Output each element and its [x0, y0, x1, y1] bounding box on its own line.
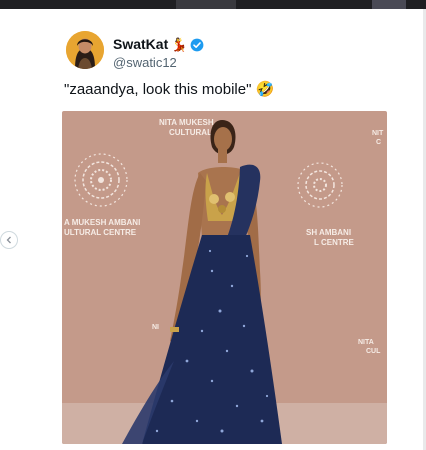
- tweet-text: "zaaandya, look this mobile" 🤣: [64, 80, 274, 100]
- backdrop-text: NITA MUKESH: [159, 118, 214, 127]
- avatar-photo: [66, 31, 104, 69]
- laughing-emoji: 🤣: [255, 81, 275, 98]
- verified-badge-icon: [191, 38, 204, 51]
- tweet-text-body: "zaaandya, look this mobile": [64, 81, 252, 98]
- strip-segment: [176, 0, 236, 9]
- backdrop-text: C: [376, 139, 381, 146]
- backdrop-text: NI: [152, 324, 159, 331]
- red-carpet-photo: NITA MUKESH CULTURAL A MUKESH AMBANI ULT…: [62, 111, 387, 444]
- chevron-left-icon: [6, 236, 11, 244]
- backdrop-text: NITA: [358, 339, 374, 346]
- avatar[interactable]: [66, 31, 104, 69]
- backdrop-text: ULTURAL CENTRE: [64, 228, 137, 237]
- top-dark-strip: [0, 0, 426, 9]
- backdrop-text: A MUKESH AMBANI: [64, 218, 140, 227]
- user-handle[interactable]: @swatic12: [113, 54, 204, 71]
- backdrop-text: CUL: [366, 348, 381, 355]
- backdrop-text: NIT: [372, 130, 384, 137]
- backdrop-text: SH AMBANI: [306, 228, 351, 237]
- tweet-media-image[interactable]: NITA MUKESH CULTURAL A MUKESH AMBANI ULT…: [62, 111, 387, 444]
- dancer-emoji: 💃: [171, 37, 188, 52]
- backdrop-text: CULTURAL: [169, 128, 212, 137]
- display-name[interactable]: SwatKat: [113, 36, 168, 53]
- backdrop-text: L CENTRE: [314, 238, 355, 247]
- carousel-prev-button[interactable]: [0, 231, 18, 249]
- strip-segment: [372, 0, 406, 9]
